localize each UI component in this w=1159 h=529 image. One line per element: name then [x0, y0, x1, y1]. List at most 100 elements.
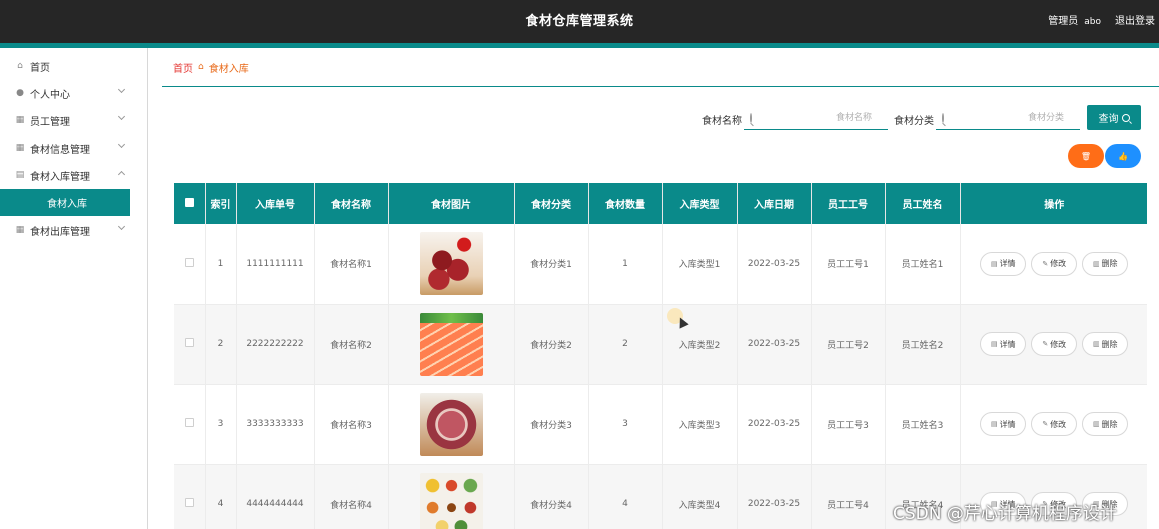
detail-button[interactable]: ▤ 详情: [980, 251, 1027, 276]
query-button[interactable]: 查询: [1087, 105, 1141, 130]
cell-emp-no: 员工工号3: [811, 384, 886, 465]
sidebar-item-label: 食材信息管理: [30, 144, 90, 156]
delete-label: 删除: [1101, 339, 1118, 349]
food-category-input[interactable]: [944, 107, 1080, 128]
detail-label: 详情: [999, 339, 1016, 349]
edit-button[interactable]: ✎ 修改: [1031, 251, 1078, 276]
cell-quantity: 1: [588, 224, 663, 305]
edit-button[interactable]: ✎ 修改: [1031, 412, 1078, 436]
column-header: 入库类型: [662, 183, 738, 224]
sidebar-item-label: 个人中心: [30, 89, 70, 101]
cell-food-name: 食材名称3: [314, 384, 389, 465]
delete-button[interactable]: ▥ 删除: [1082, 412, 1129, 436]
food-name-search: [744, 106, 888, 130]
cell-emp-no: 员工工号4: [811, 464, 886, 529]
cell-category: 食材分类1: [514, 224, 589, 305]
add-button[interactable]: 👍: [1105, 144, 1141, 168]
select-all-header[interactable]: [174, 183, 206, 224]
breadcrumb-home[interactable]: 首页: [173, 60, 193, 75]
delete-label: 删除: [1101, 259, 1118, 269]
logout-link[interactable]: 退出登录: [1115, 12, 1155, 27]
table-header-row: 索引 入库单号 食材名称 食材图片 食材分类 食材数量 入库类型 入库日期 员工…: [174, 183, 1147, 224]
delete-button[interactable]: ▥ 删除: [1082, 332, 1129, 356]
user-role: 管理员: [1048, 16, 1079, 27]
cell-index: 4: [205, 464, 237, 529]
sidebar-item-home[interactable]: ⌂ 首页: [0, 53, 130, 79]
cell-order-no: 1111111111: [236, 224, 315, 305]
sidebar-item-stock-in[interactable]: ▤ 食材入库管理: [0, 162, 130, 188]
top-header: 食材仓库管理系统 管理员 abo 退出登录: [0, 0, 1159, 43]
cell-type: 入库类型4: [662, 464, 738, 529]
sidebar-subitem-stock-in[interactable]: 食材入库: [0, 189, 130, 216]
trash-icon: ▥: [1092, 259, 1100, 268]
food-category-label: 食材分类: [894, 116, 934, 127]
row-checkbox[interactable]: [184, 257, 194, 267]
food-image: [419, 232, 483, 296]
cell-emp-name: 员工姓名3: [885, 384, 961, 465]
edit-button[interactable]: ✎ 修改: [1031, 332, 1078, 356]
cell-actions: ▤ 详情 ✎ 修改 ▥ 删除: [960, 224, 1147, 305]
batch-delete-button[interactable]: 🗑: [1068, 144, 1104, 168]
cell-food-image: [388, 384, 515, 465]
chevron-down-icon: [117, 112, 126, 121]
query-button-label: 查询: [1098, 114, 1119, 125]
detail-button[interactable]: ▤ 详情: [980, 332, 1027, 356]
cell-type: 入库类型1: [662, 224, 738, 305]
sidebar-item-staff[interactable]: ▦ 员工管理: [0, 107, 130, 133]
cell-quantity: 3: [588, 384, 663, 465]
current-user: 管理员 abo: [1048, 12, 1101, 27]
column-header: 入库日期: [737, 183, 812, 224]
document-icon: ▤: [990, 420, 998, 428]
row-checkbox[interactable]: [184, 418, 194, 427]
sidebar-item-personal-center[interactable]: ● 个人中心: [0, 80, 130, 106]
column-header: 操作: [960, 183, 1147, 224]
cell-food-image: [388, 224, 515, 305]
food-image: [419, 392, 483, 456]
pencil-icon: ✎: [1042, 340, 1049, 348]
detail-button[interactable]: ▤ 详情: [980, 412, 1027, 436]
document-icon: ▤: [990, 259, 998, 268]
chevron-down-icon: [117, 85, 126, 94]
search-icon: [942, 112, 944, 123]
column-header: 食材分类: [514, 183, 589, 224]
cell-order-no: 3333333333: [236, 384, 315, 465]
search-icon: [750, 112, 752, 123]
column-header: 食材名称: [314, 183, 389, 224]
sidebar-item-stock-out[interactable]: ▦ 食材出库管理: [0, 217, 130, 243]
cell-index: 1: [205, 224, 237, 305]
cell-type: 入库类型3: [662, 384, 738, 465]
pencil-icon: ✎: [1042, 259, 1049, 268]
cell-food-name: 食材名称4: [314, 464, 389, 529]
row-select-cell[interactable]: [174, 224, 206, 305]
cell-date: 2022-03-25: [737, 224, 812, 305]
cell-food-image: [388, 304, 515, 385]
grid-icon: ▦: [15, 143, 25, 153]
cell-actions: ▤ 详情 ✎ 修改 ▥ 删除: [960, 304, 1147, 385]
sidebar-item-food-info[interactable]: ▦ 食材信息管理: [0, 135, 130, 161]
delete-button[interactable]: ▥ 删除: [1082, 251, 1129, 276]
cell-food-name: 食材名称2: [314, 304, 389, 385]
cell-date: 2022-03-25: [737, 384, 812, 465]
sidebar: ⌂ 首页 ● 个人中心 ▦ 员工管理 ▦ 食材信息管理 ▤ 食材入库管理 食材入…: [0, 48, 148, 529]
sidebar-item-label: 员工管理: [30, 116, 70, 128]
delete-label: 删除: [1101, 419, 1118, 429]
cell-order-no: 4444444444: [236, 464, 315, 529]
search-icon: [1121, 113, 1130, 122]
food-image: [419, 312, 483, 376]
row-select-cell[interactable]: [174, 464, 206, 529]
pencil-icon: ✎: [1042, 420, 1049, 428]
table-row: 2 2222222222 食材名称2 食材分类2 2 入库类型2 2022-03-25 员工工…: [174, 304, 1147, 385]
food-image: [419, 472, 483, 529]
food-name-input[interactable]: [752, 107, 888, 128]
column-header: 食材数量: [588, 183, 663, 224]
select-all-checkbox[interactable]: [184, 197, 194, 207]
row-checkbox[interactable]: [184, 498, 194, 507]
edit-label: 修改: [1050, 419, 1067, 429]
thumb-icon: 👍: [1118, 151, 1128, 161]
cell-category: 食材分类3: [514, 384, 589, 465]
cell-emp-name: 员工姓名1: [885, 224, 961, 305]
trash-icon: 🗑: [1080, 151, 1092, 161]
row-checkbox[interactable]: [184, 338, 194, 347]
row-select-cell[interactable]: [174, 384, 206, 465]
row-select-cell[interactable]: [174, 304, 206, 385]
